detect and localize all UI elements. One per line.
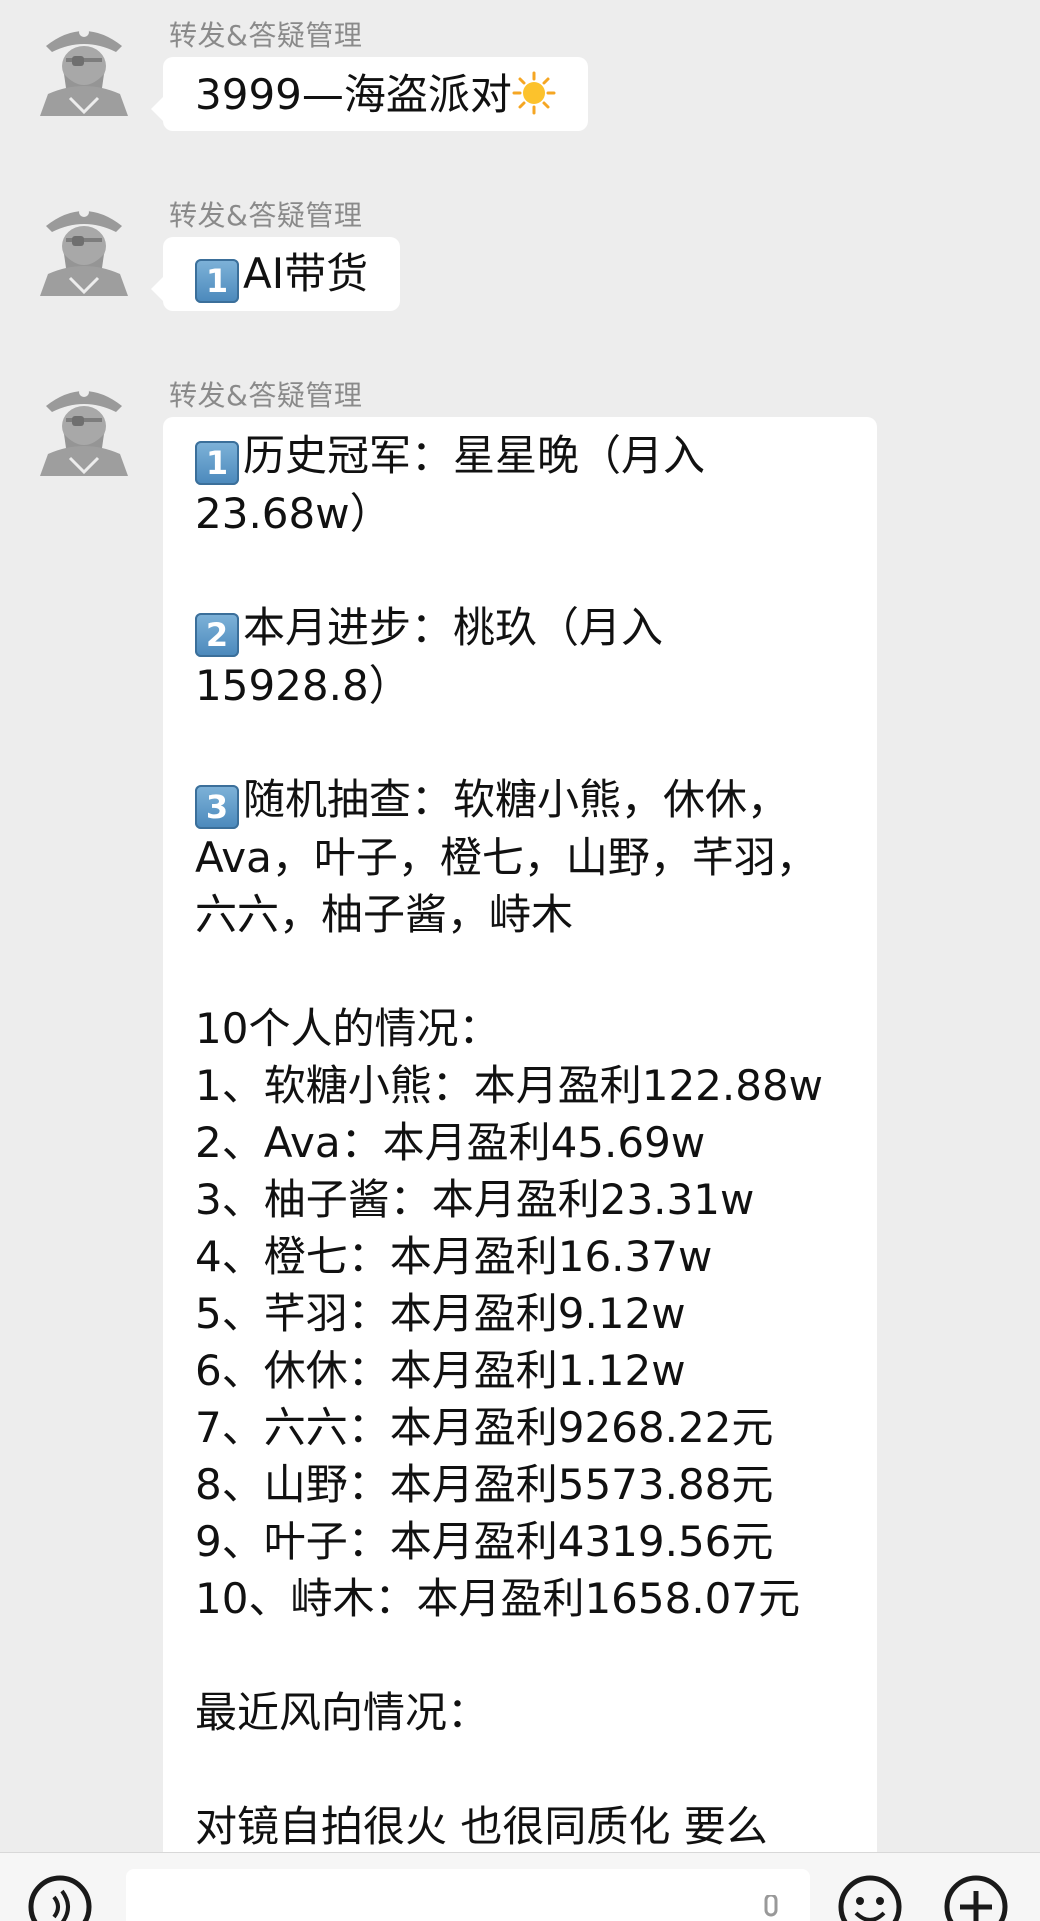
message-line: 最近风向情况：	[195, 1688, 490, 1737]
message-line: 1、软糖小熊：本月盈利122.88w	[195, 1061, 824, 1110]
pirate-avatar[interactable]	[32, 192, 136, 296]
message-line	[195, 1627, 845, 1684]
message-line: 23.68w）	[195, 489, 392, 538]
message-line	[195, 542, 845, 599]
message-line	[195, 943, 845, 1000]
message-line: 9、叶子：本月盈利4319.56元	[195, 1517, 774, 1566]
message-line: 2、Ava：本月盈利45.69w	[195, 1118, 706, 1167]
voice-icon[interactable]	[28, 1875, 92, 1921]
message-line: 六六，柚子酱，峙木	[195, 890, 574, 939]
chat-message: 转发&答疑管理 3999—海盗派对	[0, 0, 1040, 170]
message-line: 8、山野：本月盈利5573.88元	[195, 1460, 774, 1509]
pirate-avatar[interactable]	[32, 12, 136, 116]
message-line: 10个人的情况：	[195, 1004, 501, 1053]
sender-name: 转发&答疑管理	[169, 19, 363, 52]
message-text: 3999—海盗派对	[195, 70, 512, 119]
message-line: 10、峙木：本月盈利1658.07元	[195, 1574, 801, 1623]
mic-indicator-icon	[764, 1895, 778, 1917]
message-text: AI带货	[243, 249, 369, 298]
message-bubble[interactable]: 1 历史冠军：星星晚（月入 23.68w） 2 本月进步：桃玖（月入 15928.8…	[163, 417, 877, 1852]
message-line	[195, 1741, 845, 1798]
chat-message: 转发&答疑管理 1 AI带货	[0, 180, 1040, 350]
message-line: 2 本月进步：桃玖（月入	[195, 599, 845, 657]
message-line: 6、休休：本月盈利1.12w	[195, 1346, 686, 1395]
message-line: 15928.8）	[195, 661, 411, 710]
sun-emoji	[512, 71, 556, 115]
message-bubble[interactable]: 3999—海盗派对	[151, 57, 588, 131]
message-line: Ava，叶子，橙七，山野，芊羽，	[195, 833, 818, 882]
message-bubble[interactable]: 1 AI带货	[150, 237, 401, 311]
chat-message-area[interactable]: 转发&答疑管理 3999—海盗派对 转发&答疑管理 1 AI带货 转发&答疑管理…	[0, 0, 1040, 1852]
input-toolbar	[0, 1852, 1040, 1921]
keycap-1-emoji: 1	[195, 441, 239, 485]
message-line: 3 随机抽查：软糖小熊，休休，	[195, 771, 845, 829]
sender-name: 转发&答疑管理	[169, 379, 363, 412]
message-line: 7、六六：本月盈利9268.22元	[195, 1403, 774, 1452]
message-line	[195, 714, 845, 771]
message-input[interactable]	[126, 1869, 810, 1921]
keycap-1-emoji: 1	[195, 259, 239, 303]
message-line: 4、橙七：本月盈利16.37w	[195, 1232, 713, 1281]
chat-message: 转发&答疑管理 1 历史冠军：星星晚（月入 23.68w） 2 本月进步：桃玖（月入…	[0, 360, 1040, 1852]
message-line: 3、柚子酱：本月盈利23.31w	[195, 1175, 755, 1224]
message-line: 1 历史冠军：星星晚（月入	[195, 427, 845, 485]
emoji-icon[interactable]	[838, 1875, 902, 1921]
keycap-2-emoji: 2	[195, 613, 239, 657]
message-line: 5、芊羽：本月盈利9.12w	[195, 1289, 686, 1338]
sender-name: 转发&答疑管理	[169, 199, 363, 232]
keycap-3-emoji: 3	[195, 785, 239, 829]
message-line: 对镜自拍很火 也很同质化 要么	[195, 1802, 768, 1851]
pirate-avatar[interactable]	[32, 372, 136, 476]
add-icon[interactable]	[944, 1875, 1008, 1921]
